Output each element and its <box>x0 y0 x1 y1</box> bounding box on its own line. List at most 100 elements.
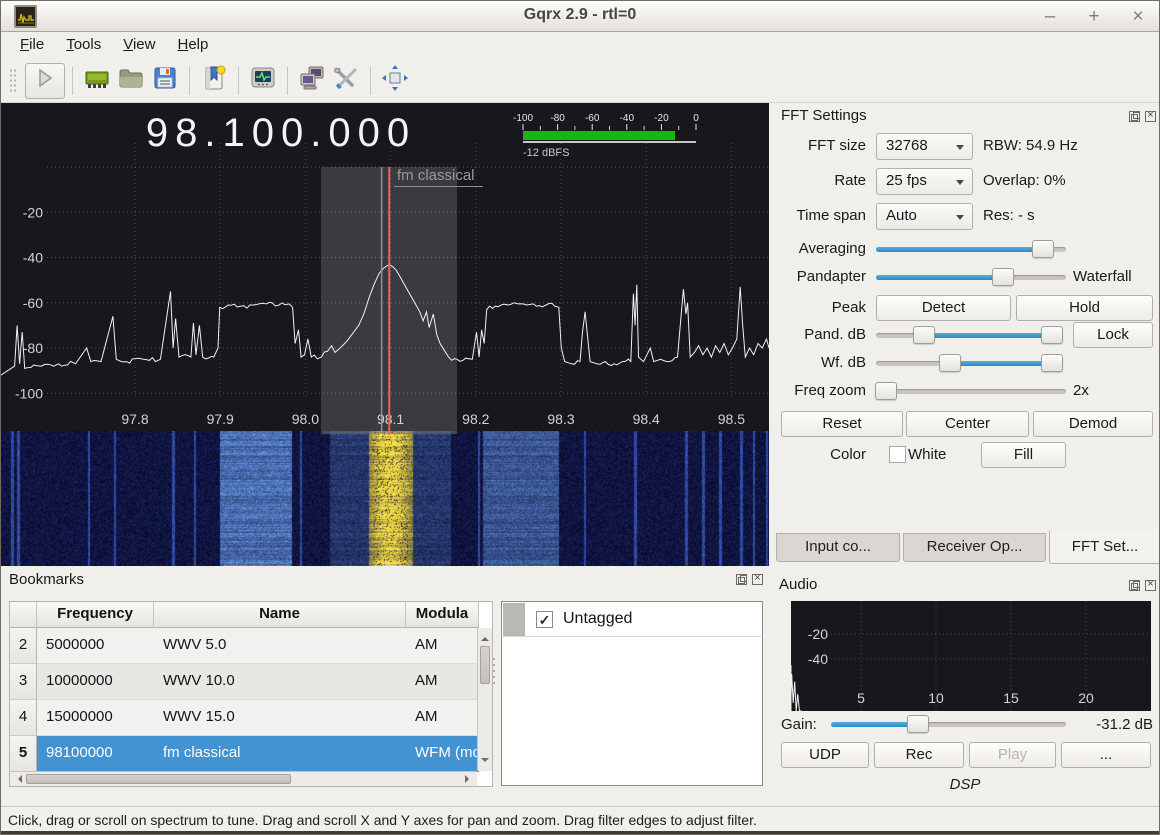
fullscreen-button[interactable] <box>378 64 412 98</box>
cell-modulation[interactable]: AM <box>406 628 479 664</box>
open-file-button[interactable] <box>114 64 148 98</box>
frequency-display[interactable]: 98.100.000 <box>121 111 441 156</box>
tab-0[interactable]: Input co... <box>776 533 900 562</box>
svg-text:98.2: 98.2 <box>462 411 489 427</box>
time-span-combobox[interactable]: Auto <box>876 203 973 230</box>
maximize-button[interactable]: + <box>1083 6 1105 28</box>
bookmarks-table[interactable]: FrequencyNameModula25000000WWV 5.0AM3100… <box>9 601 493 787</box>
cell-name[interactable]: WWV 15.0 <box>154 700 406 736</box>
tag-list[interactable]: ✓Untagged <box>501 601 763 786</box>
fft-size-combobox[interactable]: 32768 <box>876 133 973 160</box>
dock-close-icon[interactable] <box>1145 111 1156 122</box>
column-header-modula[interactable]: Modula <box>406 602 479 628</box>
bookmark-tag[interactable]: fm classical <box>394 167 483 187</box>
cell-name[interactable]: WWV 10.0 <box>154 664 406 700</box>
cell-name[interactable]: WWV 5.0 <box>154 628 406 664</box>
demod-button[interactable]: Demod <box>1033 411 1153 437</box>
audio-button-...[interactable]: ... <box>1061 742 1151 768</box>
start-dsp-button[interactable] <box>25 63 65 99</box>
gain-slider[interactable] <box>831 714 1066 734</box>
svg-text:-40: -40 <box>620 113 635 124</box>
audio-button-udp[interactable]: UDP <box>781 742 869 768</box>
titlebar[interactable]: Gqrx 2.9 - rtl=0 – + × <box>1 1 1159 32</box>
fill-button[interactable]: Fill <box>981 442 1066 468</box>
peak-detect-button[interactable]: Detect <box>876 295 1011 321</box>
dock-float-icon[interactable] <box>1129 111 1140 122</box>
tools-icon <box>332 64 360 97</box>
audio-spectrum[interactable]: 5101520-20-40 <box>791 601 1151 711</box>
svg-text:-20: -20 <box>808 626 828 642</box>
cell-frequency[interactable]: 5000000 <box>37 628 154 664</box>
splitter-handle[interactable] <box>491 656 499 686</box>
column-header-name[interactable]: Name <box>154 602 406 628</box>
bookmark-row[interactable]: 15000000WWV 15.0AM <box>37 700 479 736</box>
cell-name[interactable]: fm classical <box>154 736 406 772</box>
pandapter-split-slider[interactable] <box>876 267 1066 287</box>
oscilloscope-icon <box>249 64 277 97</box>
dock-close-icon[interactable] <box>1145 580 1156 591</box>
dock-float-icon[interactable] <box>736 574 747 585</box>
peak-hold-button[interactable]: Hold <box>1016 295 1153 321</box>
waterfall[interactable] <box>1 431 769 566</box>
peak-label: Peak <box>769 299 866 316</box>
svg-text:98.0: 98.0 <box>292 411 319 427</box>
dock-close-icon[interactable] <box>752 574 763 585</box>
menu-help[interactable]: Help <box>168 33 217 59</box>
wf-db-range-slider[interactable] <box>876 353 1061 373</box>
tag-row[interactable]: ✓Untagged <box>503 603 761 637</box>
bookmark-row[interactable]: 98100000fm classicalWFM (mo <box>37 736 479 772</box>
svg-text:-100: -100 <box>513 113 533 124</box>
close-button[interactable]: × <box>1127 6 1149 28</box>
dock-float-icon[interactable] <box>1129 580 1140 591</box>
horizontal-scrollbar[interactable] <box>10 771 477 786</box>
row-number[interactable]: 3 <box>10 664 37 700</box>
center-button[interactable]: Center <box>906 411 1029 437</box>
row-number[interactable]: 2 <box>10 628 37 664</box>
cell-modulation[interactable]: WFM (mo <box>406 736 479 772</box>
audio-button-rec[interactable]: Rec <box>874 742 964 768</box>
fft-color-swatch[interactable] <box>889 446 906 463</box>
svg-text:-60: -60 <box>585 113 600 124</box>
row-number[interactable]: 5 <box>10 736 37 772</box>
tag-checkbox[interactable]: ✓ <box>536 611 553 628</box>
rate-combobox[interactable]: 25 fps <box>876 168 973 195</box>
vertical-scrollbar[interactable] <box>477 628 492 771</box>
svg-text:-80: -80 <box>23 340 43 356</box>
configure-button[interactable] <box>329 64 363 98</box>
pand-db-range-slider[interactable] <box>876 325 1061 345</box>
pandapter-spectrum[interactable]: 97.897.998.098.198.298.398.498.5-20-40-6… <box>1 103 769 431</box>
minimize-button[interactable]: – <box>1039 6 1061 28</box>
cell-frequency[interactable]: 15000000 <box>37 700 154 736</box>
tab-1[interactable]: Receiver Op... <box>903 533 1046 562</box>
averaging-slider[interactable] <box>876 239 1066 259</box>
row-number[interactable]: 4 <box>10 700 37 736</box>
reset-button[interactable]: Reset <box>781 411 903 437</box>
svg-text:98.3: 98.3 <box>547 411 574 427</box>
fft-color-value[interactable]: White <box>908 446 946 463</box>
tag-color-swatch[interactable] <box>503 603 525 636</box>
bookmarks-button[interactable] <box>197 64 231 98</box>
menu-view[interactable]: View <box>114 33 164 59</box>
freq-zoom-slider[interactable] <box>876 381 1066 401</box>
table-corner[interactable] <box>10 602 37 628</box>
toolbar-drag-handle[interactable] <box>9 68 17 94</box>
cell-modulation[interactable]: AM <box>406 700 479 736</box>
menu-file[interactable]: File <box>11 33 53 59</box>
averaging-label: Averaging <box>769 240 866 257</box>
device-config-button[interactable] <box>80 64 114 98</box>
tab-2[interactable]: FFT Set... <box>1049 531 1160 564</box>
column-header-frequency[interactable]: Frequency <box>37 602 154 628</box>
save-file-button[interactable] <box>148 64 182 98</box>
cell-modulation[interactable]: AM <box>406 664 479 700</box>
dsp-display-button[interactable] <box>246 64 280 98</box>
bookmark-row[interactable]: 5000000WWV 5.0AM <box>37 628 479 664</box>
bookmark-row[interactable]: 10000000WWV 10.0AM <box>37 664 479 700</box>
io-devices-button[interactable] <box>295 64 329 98</box>
lock-button[interactable]: Lock <box>1073 322 1153 348</box>
save-icon <box>151 64 179 97</box>
folder-icon <box>117 64 145 97</box>
menu-tools[interactable]: Tools <box>57 33 110 59</box>
cell-frequency[interactable]: 98100000 <box>37 736 154 772</box>
cell-frequency[interactable]: 10000000 <box>37 664 154 700</box>
svg-text:10: 10 <box>928 690 944 706</box>
